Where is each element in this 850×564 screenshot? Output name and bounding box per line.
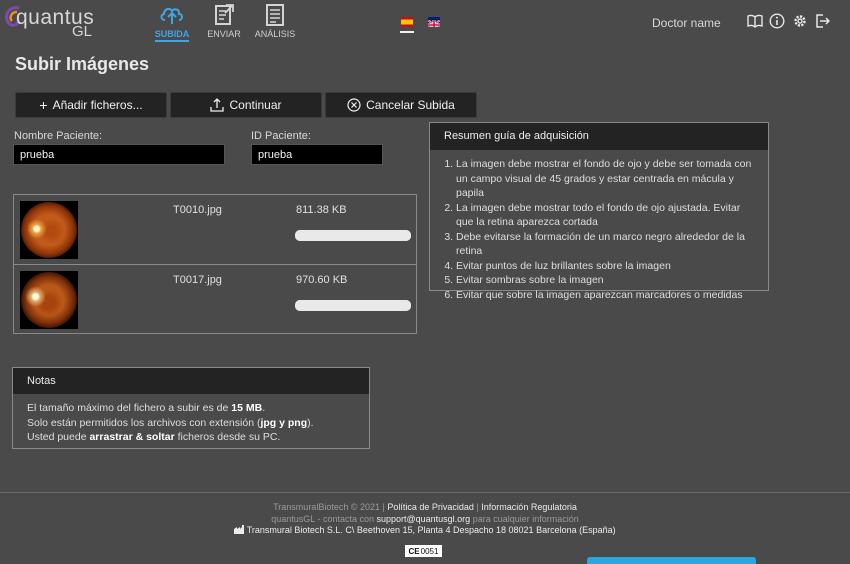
nav-tab-enviar[interactable]: ENVIAR bbox=[206, 3, 242, 43]
patient-name-input[interactable] bbox=[13, 144, 225, 165]
top-header: quantus GL SUBIDA ENVIAR ANÁLISIS Doctor… bbox=[0, 0, 850, 44]
nav-tab-label: SUBIDA bbox=[154, 29, 190, 42]
notes-text: . bbox=[262, 402, 266, 414]
continue-button[interactable]: Continuar bbox=[170, 92, 322, 118]
footer-separator: | bbox=[476, 502, 479, 512]
acquisition-guide-title: Resumen guía de adquisición bbox=[430, 123, 768, 150]
nav-tab-label: ENVIAR bbox=[207, 29, 241, 39]
cancel-circle-icon bbox=[347, 98, 361, 112]
notes-text: Usted puede bbox=[27, 431, 90, 443]
file-name: T0017.jpg bbox=[173, 274, 222, 286]
cancel-upload-label: Cancelar Subida bbox=[366, 98, 455, 112]
plus-icon: + bbox=[39, 97, 48, 113]
guide-item: Debe evitarse la formación de un marco n… bbox=[456, 230, 758, 259]
nav-tab-label: ANÁLISIS bbox=[254, 29, 296, 39]
spain-flag-icon[interactable] bbox=[401, 17, 413, 27]
ce-mark: CE bbox=[408, 546, 420, 556]
patient-id-input[interactable] bbox=[251, 144, 383, 165]
upload-progress-fill bbox=[295, 300, 411, 311]
footer-separator: | bbox=[382, 502, 385, 512]
ce-number: 0051 bbox=[420, 546, 439, 556]
footer-contact-line: quantusGL - contacta con support@quantus… bbox=[0, 514, 850, 526]
notes-panel: Notas El tamaño máximo del fichero a sub… bbox=[12, 367, 370, 449]
upload-icon bbox=[210, 98, 225, 112]
analysis-document-icon bbox=[266, 4, 284, 26]
ce-mark-badge: CE 0051 bbox=[405, 545, 442, 557]
cloud-upload-icon bbox=[160, 7, 183, 24]
uploaded-files-list: T0010.jpg 811.38 KB T0017.jpg 970.60 KB bbox=[13, 194, 417, 334]
footer-links-line: TransmuralBiotech © 2021 | Política de P… bbox=[0, 502, 850, 514]
user-name[interactable]: Doctor name bbox=[652, 16, 721, 30]
guide-item: Evitar que sobre la imagen aparezcan mar… bbox=[456, 288, 758, 303]
notes-title: Notas bbox=[13, 368, 369, 394]
upload-progress-bar bbox=[295, 230, 411, 241]
notes-emphasis: arrastrar & soltar bbox=[89, 431, 175, 443]
support-email-link[interactable]: support@quantusgl.org bbox=[376, 514, 470, 524]
cancel-upload-button[interactable]: Cancelar Subida bbox=[325, 92, 477, 118]
add-files-label: Añadir ficheros... bbox=[52, 98, 143, 112]
quantus-gl-logo[interactable]: quantus GL bbox=[2, 2, 98, 42]
add-files-button[interactable]: + Añadir ficheros... bbox=[15, 92, 167, 118]
notes-emphasis: jpg y png bbox=[260, 416, 308, 429]
footer-divider bbox=[0, 492, 850, 493]
fundus-thumbnail bbox=[20, 271, 78, 329]
fundus-thumbnail bbox=[20, 201, 78, 259]
file-row[interactable]: T0010.jpg 811.38 KB bbox=[14, 195, 416, 264]
patient-id-label: ID Paciente: bbox=[251, 130, 311, 142]
send-document-icon bbox=[215, 4, 234, 25]
notes-text: Solo están permitidos los archivos con e… bbox=[27, 416, 261, 429]
settings-gear-icon[interactable] bbox=[792, 13, 808, 29]
guide-item: La imagen debe mostrar todo el fondo de … bbox=[456, 201, 758, 230]
uk-flag-icon[interactable] bbox=[428, 17, 440, 27]
guide-item: Evitar puntos de luz brillantes sobre la… bbox=[456, 259, 758, 274]
upload-progress-fill bbox=[295, 230, 411, 241]
acquisition-guide-list: La imagen debe mostrar el fondo de ojo y… bbox=[456, 157, 758, 302]
cookie-banner-edge[interactable] bbox=[587, 557, 756, 564]
upload-progress-bar bbox=[295, 300, 411, 311]
file-size: 970.60 KB bbox=[296, 274, 348, 286]
page-title: Subir Imágenes bbox=[15, 54, 150, 74]
notes-text: El tamaño máximo del fichero a subir es … bbox=[27, 402, 232, 414]
factory-icon bbox=[234, 525, 245, 534]
notes-text: ficheros desde su PC. bbox=[174, 431, 281, 443]
file-row[interactable]: T0017.jpg 970.60 KB bbox=[14, 264, 416, 334]
info-icon[interactable] bbox=[769, 13, 785, 29]
notes-text: ). bbox=[307, 416, 314, 429]
footer-address-line: Transmural Biotech S.L. C\ Beethoven 15,… bbox=[0, 525, 850, 537]
page-footer: TransmuralBiotech © 2021 | Política de P… bbox=[0, 502, 850, 537]
guide-item: La imagen debe mostrar el fondo de ojo y… bbox=[456, 157, 758, 201]
guide-item: Evitar sombras sobre la imagen bbox=[456, 273, 758, 288]
nav-tab-subida[interactable]: SUBIDA bbox=[154, 3, 190, 43]
logout-icon[interactable] bbox=[814, 13, 830, 29]
uk-flag-graphic bbox=[428, 19, 440, 27]
notes-line-drag-drop: Usted puede arrastrar & soltar ficheros … bbox=[27, 430, 355, 445]
acquisition-guide-panel: Resumen guía de adquisición La imagen de… bbox=[429, 122, 769, 301]
patient-name-label: Nombre Paciente: bbox=[14, 130, 103, 142]
notes-body: El tamaño máximo del fichero a subir es … bbox=[13, 394, 369, 452]
regulatory-info-link[interactable]: Información Regulatoria bbox=[481, 502, 577, 512]
footer-address: Transmural Biotech S.L. C\ Beethoven 15,… bbox=[246, 525, 616, 535]
manual-book-icon[interactable] bbox=[747, 13, 763, 29]
nav-tab-analisis[interactable]: ANÁLISIS bbox=[254, 3, 296, 43]
notes-emphasis: 15 MB bbox=[231, 402, 263, 414]
file-size: 811.38 KB bbox=[296, 204, 347, 216]
footer-contact-text: quantusGL - contacta con bbox=[271, 513, 377, 524]
privacy-policy-link[interactable]: Política de Privacidad bbox=[387, 502, 474, 512]
continue-label: Continuar bbox=[229, 98, 282, 112]
logo-subtitle: GL bbox=[72, 23, 93, 40]
file-name: T0010.jpg bbox=[173, 204, 222, 216]
footer-copyright: TransmuralBiotech © 2021 bbox=[273, 502, 380, 512]
notes-line-extensions: Solo están permitidos los archivos con e… bbox=[27, 416, 355, 431]
notes-line-max-size: El tamaño máximo del fichero a subir es … bbox=[27, 401, 355, 416]
footer-contact-text: para cualquier información bbox=[470, 513, 579, 524]
selected-language-indicator bbox=[400, 31, 414, 33]
